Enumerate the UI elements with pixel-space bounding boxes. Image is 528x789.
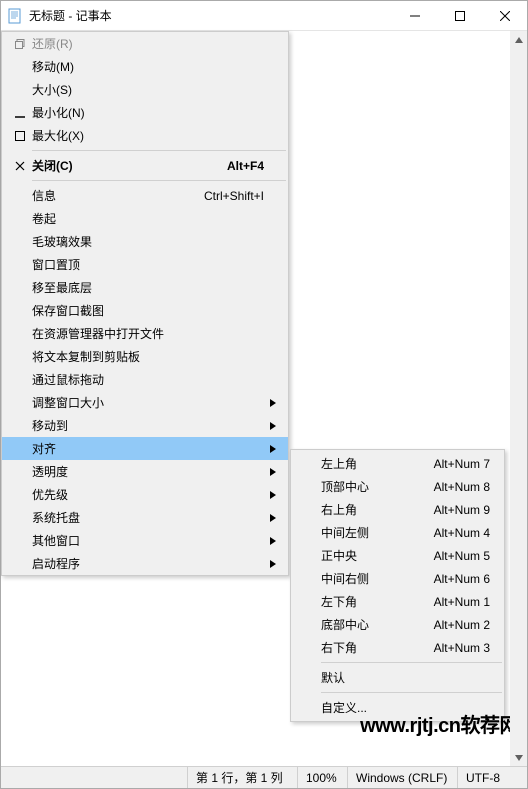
align-submenu: 左上角 Alt+Num 7 顶部中心 Alt+Num 8 右上角 Alt+Num… — [290, 449, 505, 722]
align-bottom-left[interactable]: 左下角 Alt+Num 1 — [291, 590, 504, 613]
menu-resize[interactable]: 调整窗口大小 — [2, 391, 288, 414]
status-encoding: UTF-8 — [457, 767, 527, 788]
window-frame: 无标题 - 记事本 还原(R) 移动(M) — [0, 0, 528, 789]
restore-icon — [8, 39, 32, 49]
align-top-left[interactable]: 左上角 Alt+Num 7 — [291, 452, 504, 475]
chevron-right-icon — [264, 537, 276, 545]
menu-info[interactable]: 信息 Ctrl+Shift+I — [2, 184, 288, 207]
align-center[interactable]: 正中央 Alt+Num 5 — [291, 544, 504, 567]
align-default[interactable]: 默认 — [291, 666, 504, 689]
menu-aero-glass[interactable]: 毛玻璃效果 — [2, 230, 288, 253]
vertical-scrollbar[interactable] — [510, 31, 527, 766]
titlebar[interactable]: 无标题 - 记事本 — [1, 1, 527, 31]
system-menu: 还原(R) 移动(M) 大小(S) 最小化(N) 最大化(X) — [1, 31, 289, 576]
window-title: 无标题 - 记事本 — [29, 7, 392, 24]
align-top-center[interactable]: 顶部中心 Alt+Num 8 — [291, 475, 504, 498]
menu-separator — [321, 692, 502, 693]
chevron-right-icon — [264, 445, 276, 453]
align-bottom-right[interactable]: 右下角 Alt+Num 3 — [291, 636, 504, 659]
minimize-icon — [8, 108, 32, 118]
statusbar: 第 1 行，第 1 列 100% Windows (CRLF) UTF-8 — [1, 766, 527, 788]
align-top-right[interactable]: 右上角 Alt+Num 9 — [291, 498, 504, 521]
menu-separator — [32, 180, 286, 181]
menu-send-to-bottom[interactable]: 移至最底层 — [2, 276, 288, 299]
menu-start-program[interactable]: 启动程序 — [2, 552, 288, 575]
menu-restore: 还原(R) — [2, 32, 288, 55]
status-empty — [1, 767, 187, 788]
minimize-button[interactable] — [392, 1, 437, 31]
menu-always-on-top[interactable]: 窗口置顶 — [2, 253, 288, 276]
menu-maximize[interactable]: 最大化(X) — [2, 124, 288, 147]
menu-save-screenshot[interactable]: 保存窗口截图 — [2, 299, 288, 322]
scrollbar-track[interactable] — [510, 48, 527, 749]
chevron-right-icon — [264, 399, 276, 407]
align-bottom-center[interactable]: 底部中心 Alt+Num 2 — [291, 613, 504, 636]
menu-drag-by-mouse[interactable]: 通过鼠标拖动 — [2, 368, 288, 391]
chevron-right-icon — [264, 514, 276, 522]
close-icon — [8, 161, 32, 171]
align-middle-right[interactable]: 中间右侧 Alt+Num 6 — [291, 567, 504, 590]
chevron-right-icon — [264, 422, 276, 430]
menu-transparency[interactable]: 透明度 — [2, 460, 288, 483]
menu-priority[interactable]: 优先级 — [2, 483, 288, 506]
menu-separator — [321, 662, 502, 663]
menu-other-windows[interactable]: 其他窗口 — [2, 529, 288, 552]
chevron-right-icon — [264, 560, 276, 568]
menu-move-to[interactable]: 移动到 — [2, 414, 288, 437]
menu-minimize[interactable]: 最小化(N) — [2, 101, 288, 124]
menu-copy-text-to-clipboard[interactable]: 将文本复制到剪贴板 — [2, 345, 288, 368]
chevron-right-icon — [264, 491, 276, 499]
status-line-ending: Windows (CRLF) — [347, 767, 457, 788]
window-controls — [392, 1, 527, 31]
scroll-down-button[interactable] — [510, 749, 527, 766]
menu-separator — [32, 150, 286, 151]
status-zoom: 100% — [297, 767, 347, 788]
maximize-icon — [8, 131, 32, 141]
chevron-right-icon — [264, 468, 276, 476]
menu-rollup[interactable]: 卷起 — [2, 207, 288, 230]
app-icon — [7, 8, 23, 24]
watermark-text: www.rjtj.cn软荐网 — [360, 709, 519, 738]
scroll-up-button[interactable] — [510, 31, 527, 48]
align-middle-left[interactable]: 中间左侧 Alt+Num 4 — [291, 521, 504, 544]
status-position: 第 1 行，第 1 列 — [187, 767, 297, 788]
close-button[interactable] — [482, 1, 527, 31]
menu-move[interactable]: 移动(M) — [2, 55, 288, 78]
menu-size[interactable]: 大小(S) — [2, 78, 288, 101]
editor-area[interactable]: 还原(R) 移动(M) 大小(S) 最小化(N) 最大化(X) — [1, 31, 527, 766]
menu-close[interactable]: 关闭(C) Alt+F4 — [2, 154, 288, 177]
menu-open-in-explorer[interactable]: 在资源管理器中打开文件 — [2, 322, 288, 345]
menu-align[interactable]: 对齐 — [2, 437, 288, 460]
menu-system-tray[interactable]: 系统托盘 — [2, 506, 288, 529]
maximize-button[interactable] — [437, 1, 482, 31]
